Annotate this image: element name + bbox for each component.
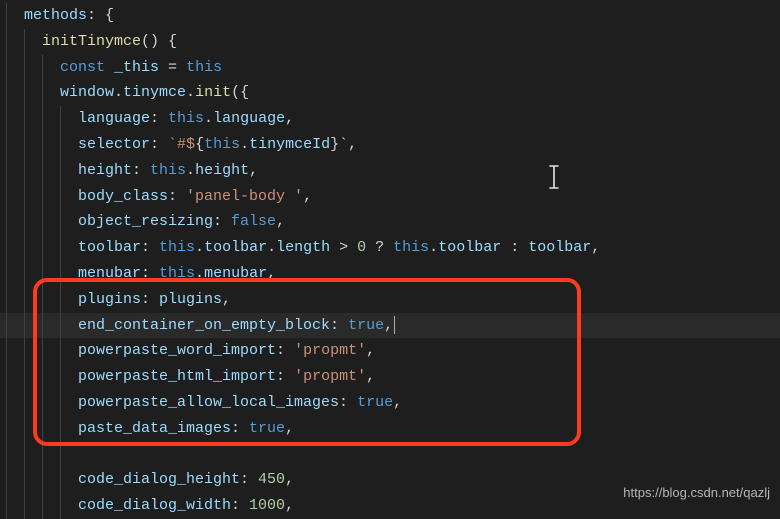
keyword: const (60, 59, 105, 76)
code-line[interactable]: powerpaste_allow_local_images: true, (0, 390, 780, 416)
code-line[interactable]: selector: `#${this.tinymceId}`, (0, 132, 780, 158)
code-line[interactable]: initTinymce() { (0, 29, 780, 55)
code-line[interactable]: const _this = this (0, 55, 780, 81)
code-line-active[interactable]: end_container_on_empty_block: true, (0, 313, 780, 339)
code-line[interactable] (0, 442, 780, 468)
code-line[interactable]: height: this.height, (0, 158, 780, 184)
code-line[interactable]: menubar: this.menubar, (0, 261, 780, 287)
code-editor[interactable]: methods: { initTinymce() { const _this =… (0, 0, 780, 519)
code-line[interactable]: plugins: plugins, (0, 287, 780, 313)
code-line[interactable]: object_resizing: false, (0, 209, 780, 235)
function-name: initTinymce (42, 33, 141, 50)
punct: : { (87, 7, 114, 24)
code-line[interactable]: powerpaste_word_import: 'propmt', (0, 338, 780, 364)
code-line[interactable]: toolbar: this.toolbar.length > 0 ? this.… (0, 235, 780, 261)
code-line[interactable]: methods: { (0, 3, 780, 29)
code-line[interactable]: body_class: 'panel-body ', (0, 184, 780, 210)
text-caret (394, 316, 395, 334)
code-line[interactable]: paste_data_images: true, (0, 416, 780, 442)
property: methods (24, 7, 87, 24)
code-line[interactable]: powerpaste_html_import: 'propmt', (0, 364, 780, 390)
code-line[interactable]: language: this.language, (0, 106, 780, 132)
watermark: https://blog.csdn.net/qazlj (623, 480, 770, 506)
code-line[interactable]: window.tinymce.init({ (0, 80, 780, 106)
